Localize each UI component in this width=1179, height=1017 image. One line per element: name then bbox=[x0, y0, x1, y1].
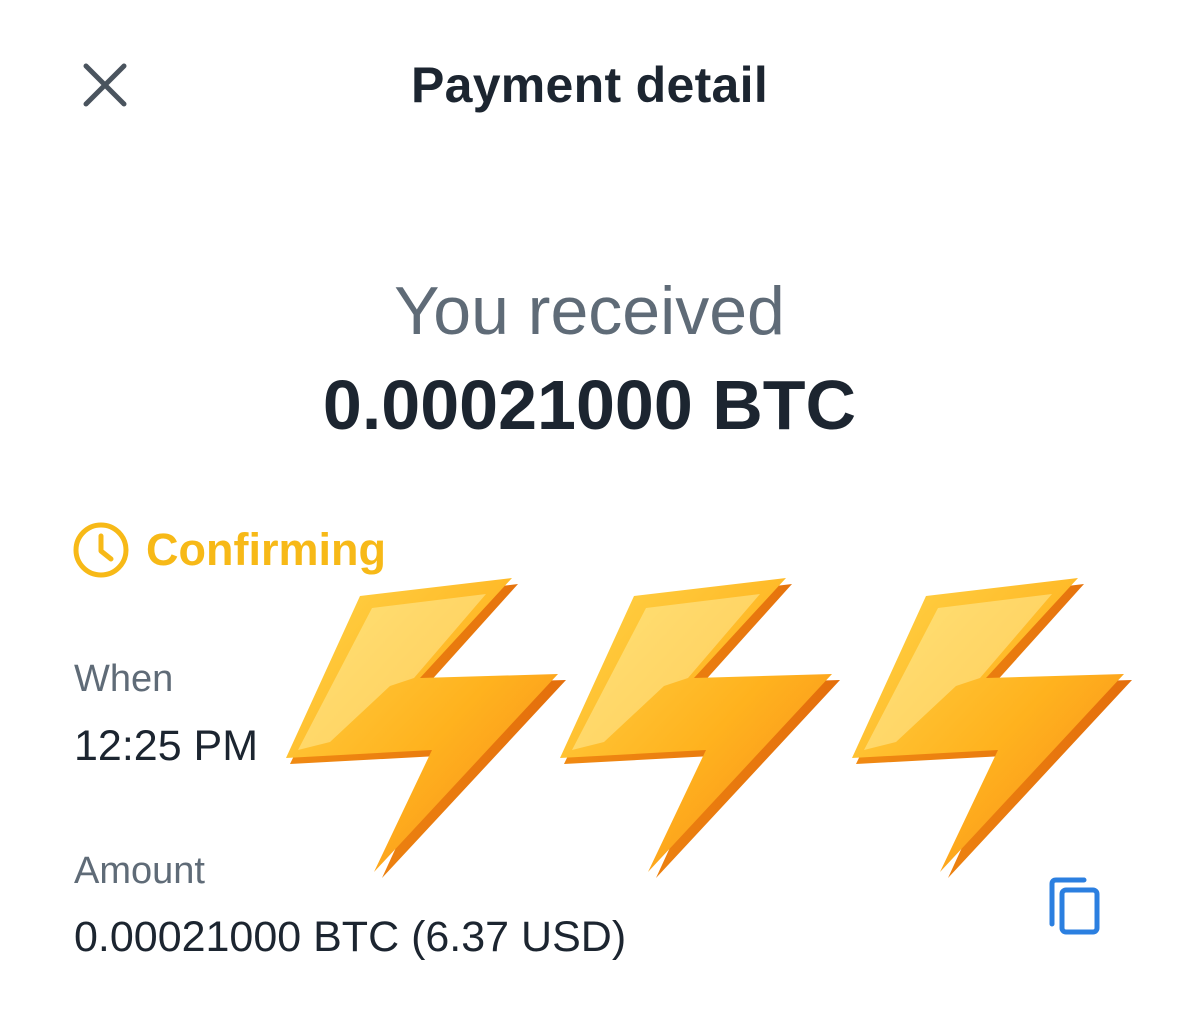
when-label: When bbox=[74, 658, 174, 700]
received-amount: 0.00021000 BTC bbox=[322, 366, 857, 444]
high-voltage-icon bbox=[560, 578, 840, 878]
clock-icon bbox=[73, 522, 129, 578]
amount-label: Amount bbox=[74, 850, 205, 892]
copy-amount-button[interactable] bbox=[1046, 876, 1104, 936]
received-label: You received bbox=[394, 273, 785, 349]
high-voltage-icon bbox=[286, 578, 566, 878]
high-voltage-icon bbox=[852, 578, 1132, 878]
when-value: 12:25 PM bbox=[74, 722, 259, 770]
copy-icon bbox=[1049, 877, 1100, 935]
status-badge: Confirming bbox=[72, 520, 386, 580]
page-title: Payment detail bbox=[410, 57, 769, 113]
amount-value: 0.00021000 BTC (6.37 USD) bbox=[74, 913, 627, 961]
status-label: Confirming bbox=[146, 524, 386, 575]
